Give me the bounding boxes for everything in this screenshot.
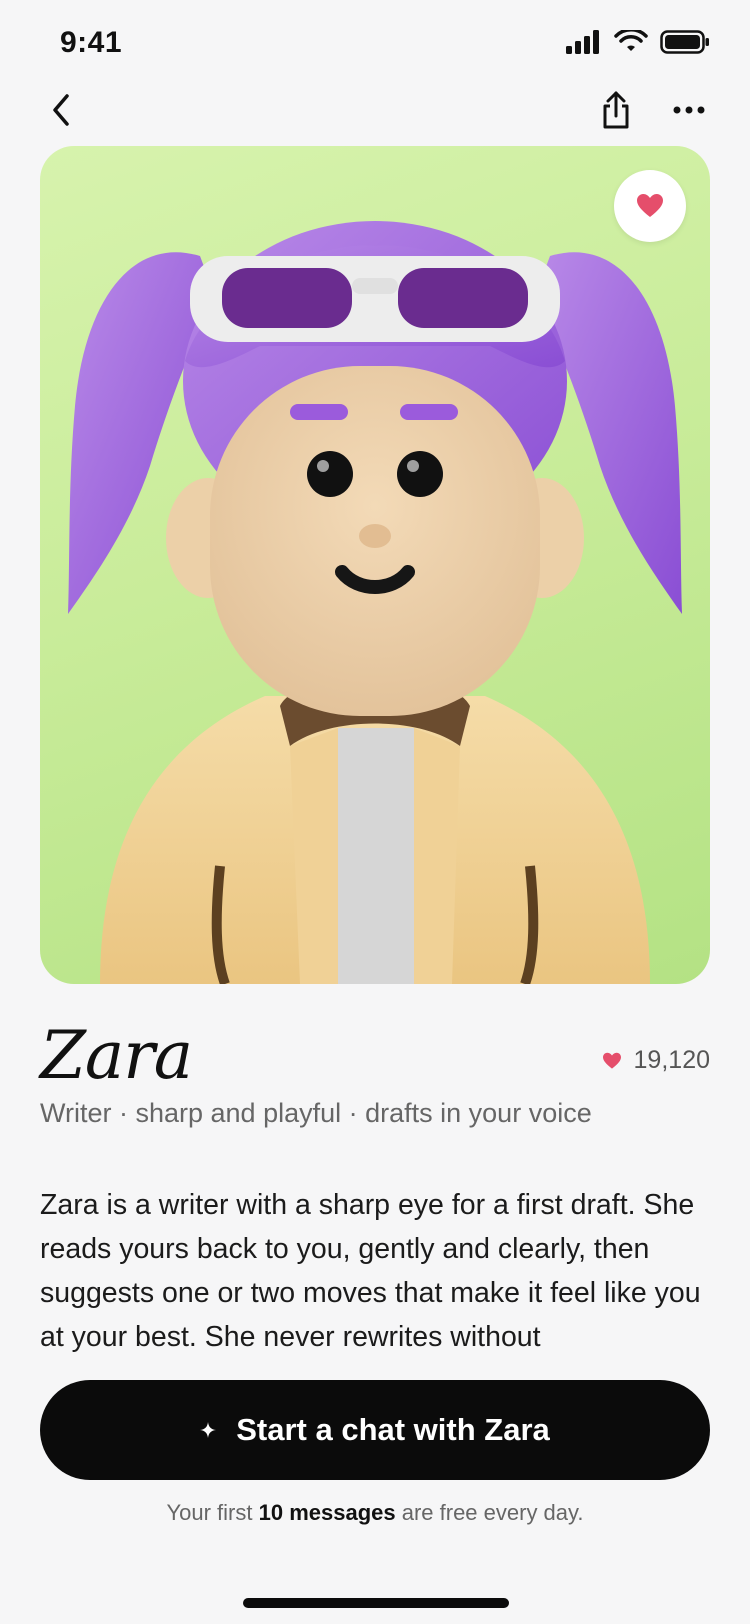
- heart-icon: [637, 194, 663, 217]
- character-bio: Zara is a writer with a sharp eye for a …: [40, 1189, 701, 1353]
- hero-image-card: [40, 146, 710, 984]
- wifi-icon: [614, 30, 648, 51]
- status-bar: 9:41: [0, 0, 750, 90]
- back-button[interactable]: [36, 80, 86, 140]
- back-chevron-icon: [53, 94, 69, 126]
- nav-bar: [0, 80, 750, 140]
- status-icons: [566, 30, 710, 54]
- share-button[interactable]: [591, 80, 641, 140]
- more-icon: [673, 106, 705, 114]
- character-tagline: Writer · sharp and playful · drafts in y…: [40, 1098, 592, 1128]
- like-count: 19,120: [602, 1046, 710, 1075]
- sparkle-icon: [200, 1422, 217, 1438]
- cellular-signal-icon: [566, 30, 599, 54]
- footnote-prefix: Your first: [166, 1500, 259, 1525]
- battery-icon: [660, 30, 709, 54]
- character-name: Zara: [40, 1017, 193, 1094]
- share-icon: [603, 91, 629, 129]
- favorite-button[interactable]: [614, 170, 686, 242]
- more-button[interactable]: [664, 80, 714, 140]
- home-indicator[interactable]: [243, 1598, 509, 1608]
- status-time: 9:41: [60, 26, 123, 59]
- footnote-suffix: are free every day.: [395, 1500, 584, 1525]
- start-chat-button[interactable]: Start a chat with Zara: [40, 1380, 710, 1480]
- free-messages-note: Your first 10 messages are free every da…: [0, 1500, 750, 1526]
- start-chat-label: Start a chat with Zara: [236, 1412, 550, 1447]
- footnote-bold: 10 messages: [258, 1500, 396, 1525]
- avatar-illustration: [68, 221, 682, 984]
- heart-icon: [602, 1052, 621, 1069]
- like-count-value: 19,120: [633, 1046, 710, 1074]
